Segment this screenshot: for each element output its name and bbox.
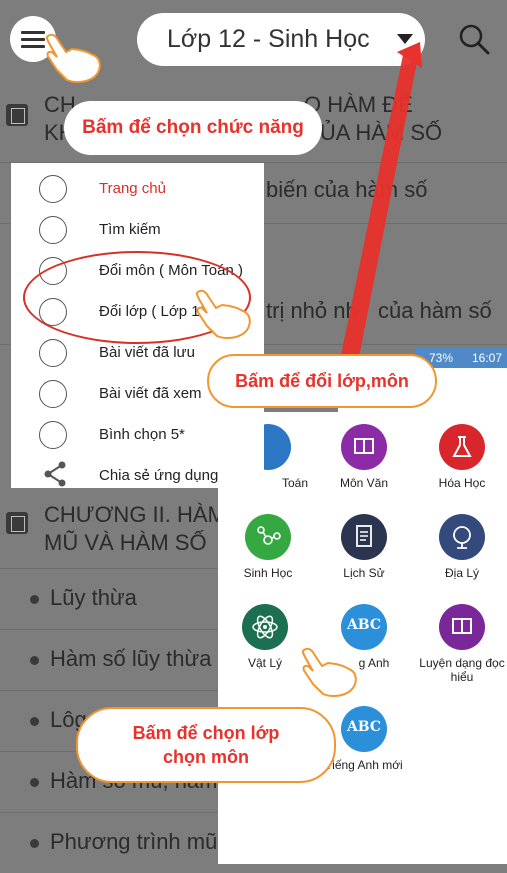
menu-tip-bubble: Bấm để chọn chức năng: [64, 101, 322, 155]
pointer-hand-icon: [45, 33, 101, 83]
subject-tip-text-2: chọn môn: [163, 747, 249, 767]
menu-tip-text: Bấm để chọn chức năng: [82, 117, 304, 138]
subject-tip-text-1: Bấm để chọn lớp: [132, 723, 280, 743]
pointer-hand-icon: [195, 289, 251, 339]
class-tip-bubble: Bấm để đổi lớp,môn: [207, 354, 437, 408]
subject-tip-bubble: Bấm để chọn lớp chọn môn: [76, 707, 336, 783]
class-tip-text: Bấm để đổi lớp,môn: [235, 371, 409, 391]
pointer-hand-icon: [301, 647, 357, 697]
